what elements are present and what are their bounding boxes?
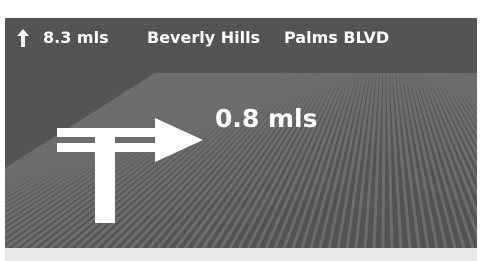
current-city: Beverly Hills bbox=[147, 28, 261, 47]
bottom-strip bbox=[5, 248, 477, 261]
distance-to-destination: 8.3 mls bbox=[43, 28, 109, 47]
road-stripe bbox=[381, 73, 386, 248]
turn-right-arrow-icon bbox=[57, 118, 203, 223]
status-bar: 8.3 mls Beverly Hills Palms BLVD bbox=[5, 18, 477, 58]
navigation-screen: 8.3 mls Beverly Hills Palms BLVD 0.8 mls bbox=[5, 18, 477, 248]
distance-to-turn: 0.8 mls bbox=[215, 104, 318, 133]
up-arrow-icon bbox=[17, 29, 29, 47]
current-street: Palms BLVD bbox=[284, 28, 390, 47]
